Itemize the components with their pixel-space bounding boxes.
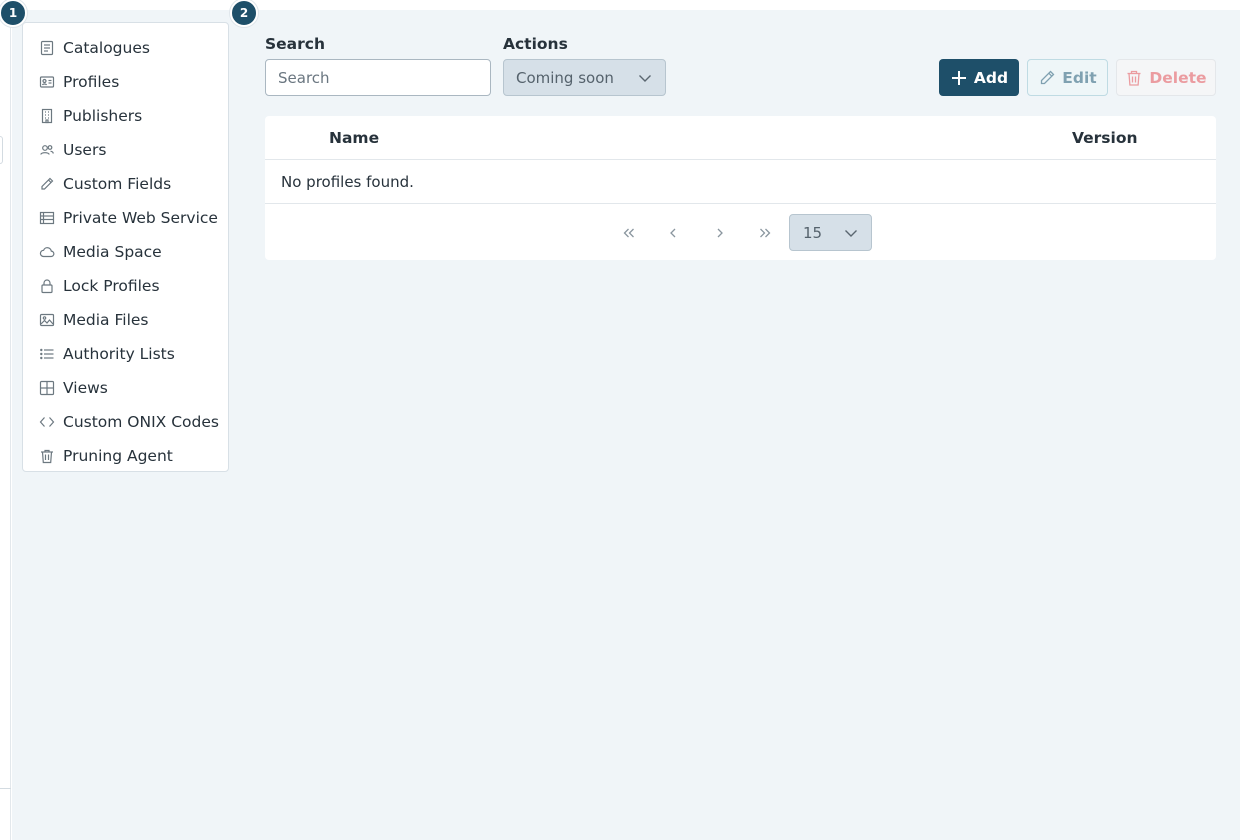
code-icon	[38, 414, 55, 431]
menu-item-users[interactable]: Users	[23, 133, 228, 167]
building-icon	[38, 108, 55, 125]
document-icon	[38, 40, 55, 57]
empty-message: No profiles found.	[281, 173, 414, 191]
previous-page-button[interactable]	[663, 223, 683, 243]
first-page-button[interactable]	[619, 223, 639, 243]
pencil-icon	[38, 176, 55, 193]
menu-item-label: Profiles	[63, 73, 120, 91]
menu-item-label: Users	[63, 141, 107, 159]
profiles-table: Name Version No profiles found. 15	[265, 116, 1216, 260]
menu-item-pruning-agent[interactable]: Pruning Agent	[23, 439, 228, 473]
menu-item-label: Media Files	[63, 311, 149, 329]
menu-item-authority-lists[interactable]: Authority Lists	[23, 337, 228, 371]
chevron-right-icon	[712, 225, 728, 241]
menu-item-label: Custom Fields	[63, 175, 172, 193]
menu-item-label: Catalogues	[63, 39, 150, 57]
search-input[interactable]	[265, 59, 491, 96]
menu-item-label: Custom ONIX Codes	[63, 413, 219, 431]
chevron-down-icon	[637, 70, 653, 86]
menu-item-lock-profiles[interactable]: Lock Profiles	[23, 269, 228, 303]
cloud-icon	[38, 244, 55, 261]
footer-divider	[265, 203, 1216, 204]
grid-icon	[38, 380, 55, 397]
menu-item-private-web-service[interactable]: Private Web Service	[23, 201, 228, 235]
list-icon	[38, 346, 55, 363]
settings-menu: Catalogues Profiles Publishers Users Cus…	[22, 22, 229, 472]
users-icon	[38, 142, 55, 159]
actions-select-value: Coming soon	[516, 68, 614, 87]
menu-item-views[interactable]: Views	[23, 371, 228, 405]
menu-item-label: Lock Profiles	[63, 277, 160, 295]
chevron-left-icon	[665, 225, 681, 241]
menu-item-label: Private Web Service	[63, 209, 218, 227]
menu-item-media-space[interactable]: Media Space	[23, 235, 228, 269]
lock-icon	[38, 278, 55, 295]
image-icon	[38, 312, 55, 329]
menu-item-label: Publishers	[63, 107, 143, 125]
step-badge-2: 2	[230, 0, 258, 27]
menu-item-label: Authority Lists	[63, 345, 175, 363]
menu-item-custom-onix-codes[interactable]: Custom ONIX Codes	[23, 405, 228, 439]
last-page-button[interactable]	[755, 223, 775, 243]
menu-item-label: Views	[63, 379, 108, 397]
add-button-label: Add	[973, 68, 1009, 87]
double-chevron-right-icon	[757, 225, 773, 241]
menu-item-label: Pruning Agent	[63, 447, 173, 465]
actions-select[interactable]: Coming soon	[503, 59, 666, 96]
menu-item-profiles[interactable]: Profiles	[23, 65, 228, 99]
pencil-icon	[1038, 69, 1056, 87]
double-chevron-left-icon	[621, 225, 637, 241]
column-header-name[interactable]: Name	[329, 129, 379, 147]
page-size-value: 15	[803, 223, 823, 242]
menu-item-media-files[interactable]: Media Files	[23, 303, 228, 337]
add-button[interactable]: Add	[939, 59, 1019, 96]
collapse-handle[interactable]	[0, 136, 3, 164]
edit-button[interactable]: Edit	[1027, 59, 1108, 96]
left-divider	[0, 788, 11, 789]
menu-item-label: Media Space	[63, 243, 162, 261]
edit-button-label: Edit	[1062, 68, 1097, 87]
server-list-icon	[38, 210, 55, 227]
delete-button[interactable]: Delete	[1116, 59, 1216, 96]
trash-icon	[38, 448, 55, 465]
search-label: Search	[265, 35, 326, 53]
plus-icon	[950, 69, 968, 87]
column-header-version[interactable]: Version	[1072, 129, 1138, 147]
left-edge-panel	[0, 0, 11, 840]
actions-label: Actions	[503, 35, 568, 53]
id-card-icon	[38, 74, 55, 91]
trash-icon	[1125, 69, 1143, 87]
header-divider	[265, 159, 1216, 160]
menu-item-custom-fields[interactable]: Custom Fields	[23, 167, 228, 201]
next-page-button[interactable]	[710, 223, 730, 243]
chevron-down-icon	[843, 225, 859, 241]
menu-item-publishers[interactable]: Publishers	[23, 99, 228, 133]
menu-item-catalogues[interactable]: Catalogues	[23, 31, 228, 65]
page-size-select[interactable]: 15	[789, 214, 872, 251]
delete-button-label: Delete	[1149, 68, 1207, 87]
